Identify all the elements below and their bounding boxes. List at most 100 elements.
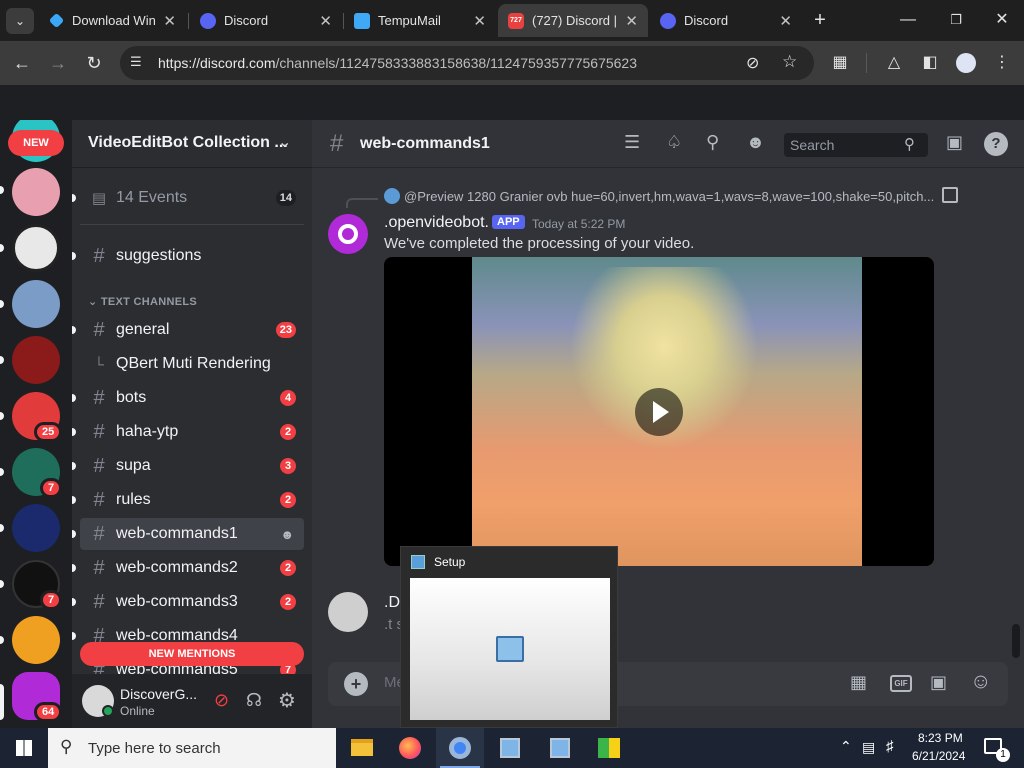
channel-haha-ytp[interactable]: # haha-ytp 2 — [80, 416, 304, 448]
labs-flask-icon[interactable]: △ — [882, 51, 906, 75]
star-icon[interactable]: ☆ — [782, 52, 797, 72]
installer-taskbar-icon-2[interactable] — [536, 728, 584, 768]
channel-suggestions[interactable]: # suggestions — [80, 240, 304, 272]
add-member-icon[interactable]: ☻ — [280, 527, 294, 542]
profile-avatar[interactable] — [954, 51, 978, 75]
play-button[interactable] — [635, 388, 683, 436]
address-bar[interactable]: ☰ https://discord.com/channels/112475833… — [120, 46, 814, 80]
message-author[interactable]: .openvideobot. — [384, 214, 489, 232]
events-item[interactable]: ▤ 14 Events 14 — [80, 182, 304, 214]
threads-icon[interactable]: ☰ — [624, 132, 640, 153]
browser-tab-discord-active[interactable]: 727 (727) Discord | ✕ — [498, 4, 648, 37]
server-icon-anime[interactable] — [12, 168, 60, 216]
chevron-up-icon[interactable]: ⌃ — [840, 738, 852, 755]
username[interactable]: DiscoverG... — [120, 686, 197, 702]
mail-icon — [354, 12, 370, 29]
installer-taskbar-icon[interactable] — [486, 728, 534, 768]
emoji-icon[interactable]: ☺ — [970, 670, 991, 694]
back-button[interactable]: ← — [10, 51, 34, 75]
mention-count-badge: 2 — [280, 424, 296, 440]
close-tab-icon[interactable]: ✕ — [625, 12, 638, 30]
headphones-icon[interactable]: ☊ — [246, 690, 262, 711]
mention-count-badge: 2 — [280, 594, 296, 610]
avatar[interactable] — [328, 592, 368, 632]
gif-icon[interactable]: GIF — [890, 675, 912, 692]
close-tab-icon[interactable]: ✕ — [779, 12, 792, 30]
gift-icon[interactable]: ▦ — [850, 672, 867, 693]
minimize-button[interactable]: — — [896, 10, 920, 30]
download-icon — [48, 12, 65, 29]
video-shape — [554, 267, 774, 467]
site-settings-icon[interactable]: ☰ — [130, 54, 142, 70]
server-header[interactable]: VideoEditBot Collection ... ⌄ — [72, 120, 312, 168]
channel-rules[interactable]: # rules 2 — [80, 484, 304, 516]
file-explorer-icon[interactable] — [338, 728, 386, 768]
network-icon[interactable]: ▤ — [862, 739, 875, 756]
sticker-icon[interactable]: ▣ — [930, 672, 947, 693]
close-tab-icon[interactable]: ✕ — [473, 12, 486, 30]
server-icon-bolt[interactable] — [12, 616, 60, 664]
pin-icon[interactable]: ⚲ — [706, 132, 719, 153]
more-menu-icon[interactable]: ⋮ — [990, 51, 1014, 75]
tab-search-button[interactable]: ⌄ — [6, 8, 34, 34]
start-button[interactable] — [0, 728, 48, 768]
browser-tab-discord-1[interactable]: Discord ✕ — [190, 4, 342, 37]
help-icon[interactable]: ? — [984, 132, 1008, 156]
add-attachment-button[interactable]: + — [344, 672, 368, 696]
channel-web-commands3[interactable]: # web-commands3 2 — [80, 586, 304, 618]
film-reel-icon — [338, 224, 358, 244]
reload-button[interactable]: ↻ — [82, 51, 106, 75]
new-tab-button[interactable]: + — [808, 8, 832, 32]
restore-button[interactable]: ❐ — [944, 10, 968, 30]
clock-date[interactable]: 6/21/2024 — [912, 749, 965, 763]
hashtag-icon: # — [93, 590, 105, 613]
avatar[interactable] — [328, 214, 368, 254]
new-mentions-button[interactable]: NEW MENTIONS — [80, 642, 304, 666]
video-player[interactable] — [384, 257, 934, 566]
reply-connector — [346, 198, 378, 208]
scrollbar[interactable] — [1012, 624, 1020, 658]
hashtag-icon: # — [93, 386, 105, 409]
eye-slash-icon[interactable]: ⊘ — [746, 53, 759, 73]
play-icon — [653, 401, 669, 423]
category-text-channels[interactable]: ⌄ TEXT CHANNELS — [88, 295, 197, 308]
chrome-icon[interactable] — [436, 728, 484, 768]
inbox-icon[interactable]: ▣ — [946, 132, 963, 153]
thread-qbert[interactable]: └ QBert Muti Rendering — [80, 348, 304, 380]
search-input[interactable]: Search ⚲ — [784, 133, 928, 157]
top-blank-strip — [0, 85, 1024, 120]
members-icon[interactable]: ☻ — [746, 132, 765, 153]
user-panel: DiscoverG... Online ⊘ ☊ ⚙ — [72, 674, 312, 728]
close-window-button[interactable]: ✕ — [990, 10, 1014, 30]
channel-bots[interactable]: # bots 4 — [80, 382, 304, 414]
side-panel-icon[interactable]: ◧ — [918, 51, 942, 75]
setup-window[interactable]: Setup — [400, 546, 618, 728]
channel-web-commands1[interactable]: # web-commands1 ☻ — [80, 518, 304, 550]
channel-supa[interactable]: # supa 3 — [80, 450, 304, 482]
clock-time[interactable]: 8:23 PM — [918, 731, 963, 745]
mute-mic-icon[interactable]: ⊘ — [214, 690, 229, 711]
server-icon-mask[interactable] — [12, 504, 60, 552]
extensions-icon[interactable]: ▦ — [828, 51, 852, 75]
server-icon-dark-red[interactable] — [12, 336, 60, 384]
discord-icon — [200, 12, 216, 29]
close-tab-icon[interactable]: ✕ — [319, 12, 332, 30]
server-icon-shred[interactable] — [12, 280, 60, 328]
hashtag-icon: # — [330, 130, 344, 157]
forward-button[interactable]: → — [46, 51, 70, 75]
volume-muted-icon[interactable]: ♯ — [886, 738, 894, 755]
browser-tab-download[interactable]: Download Win ✕ — [38, 4, 186, 37]
server-icon-cool-face[interactable] — [12, 224, 60, 272]
taskbar-search-input[interactable]: ⚲ Type here to search — [48, 728, 336, 768]
search-icon: ⚲ — [904, 136, 915, 153]
channel-web-commands2[interactable]: # web-commands2 2 — [80, 552, 304, 584]
close-tab-icon[interactable]: ✕ — [163, 12, 176, 30]
firefox-icon[interactable] — [386, 728, 434, 768]
reply-preview[interactable]: @Preview 1280 Granier ovb hue=60,invert,… — [404, 189, 936, 204]
colored-app-icon[interactable] — [586, 728, 634, 768]
bell-icon[interactable]: ♤ — [666, 132, 682, 153]
channel-general[interactable]: # general 23 — [80, 314, 304, 346]
gear-icon[interactable]: ⚙ — [278, 688, 296, 713]
browser-tab-discord-2[interactable]: Discord ✕ — [650, 4, 802, 37]
browser-tab-tempumail[interactable]: TempuMail ✕ — [344, 4, 496, 37]
